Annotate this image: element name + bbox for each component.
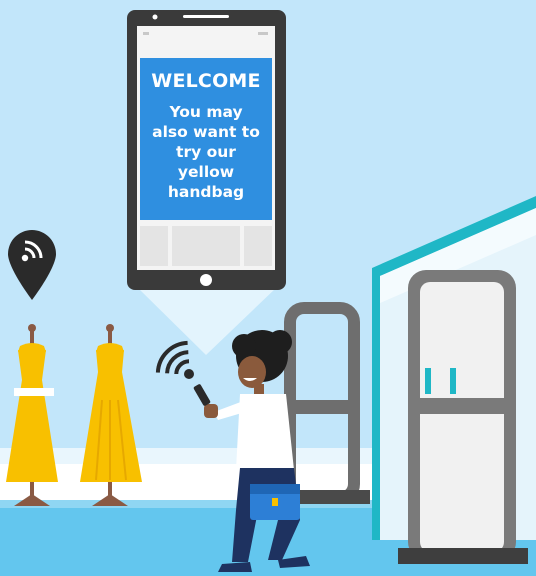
security-gate-front bbox=[398, 270, 528, 564]
welcome-card: WELCOME You may also want to try our yel… bbox=[140, 58, 272, 220]
welcome-title: WELCOME bbox=[151, 70, 261, 92]
recommendation-message: You may also want to try our yellow hand… bbox=[152, 103, 260, 201]
